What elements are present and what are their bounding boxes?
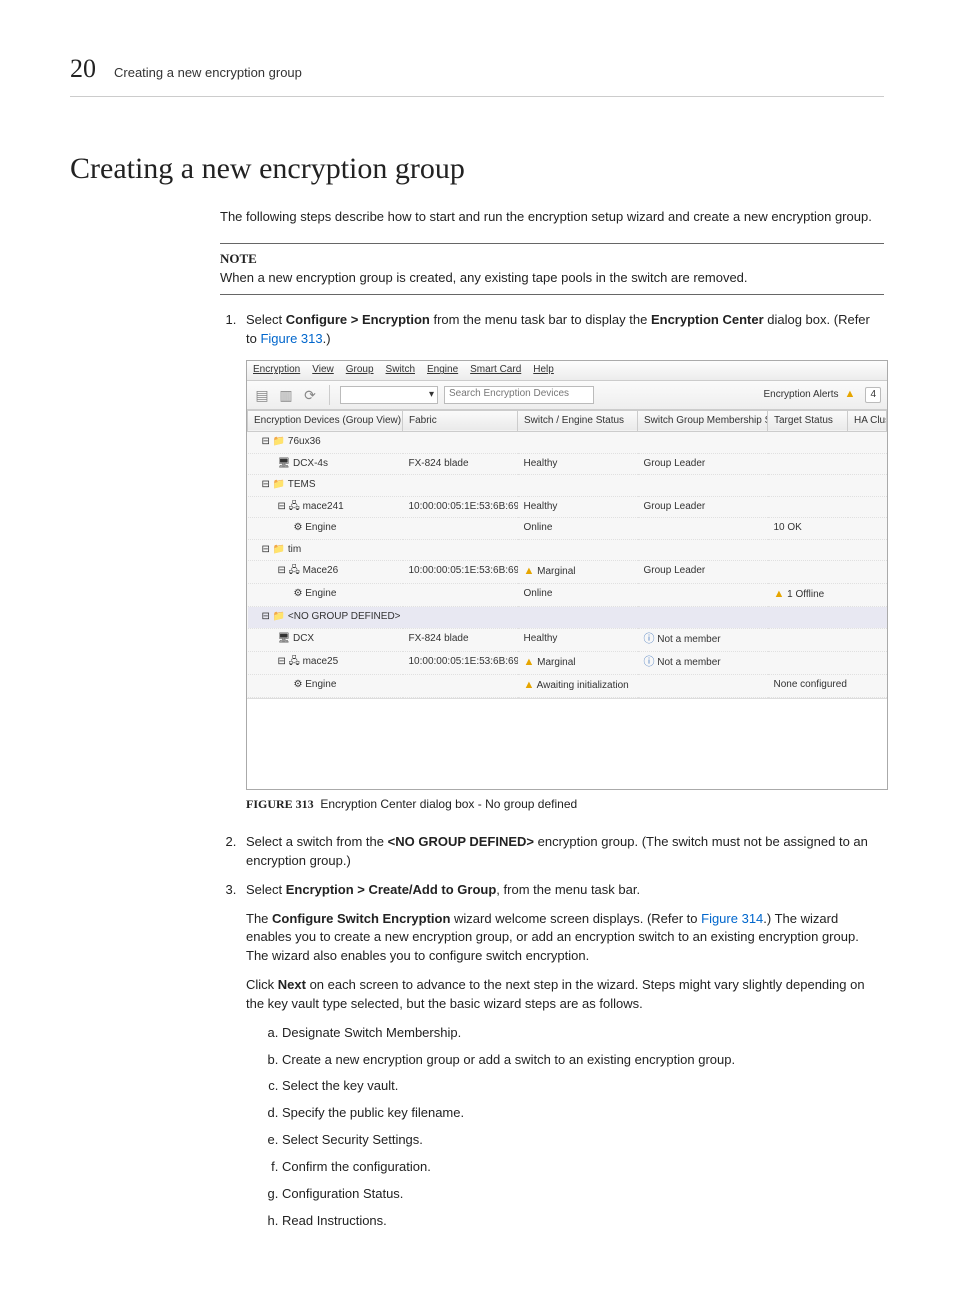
substep-c: Select the key vault. xyxy=(282,1077,884,1096)
main-heading: Creating a new encryption group xyxy=(70,147,884,191)
note-text: When a new encryption group is created, … xyxy=(220,269,884,288)
toolbar-icon-2[interactable]: ▥ xyxy=(277,386,295,404)
col-fabric[interactable]: Fabric xyxy=(403,410,518,432)
substep-g: Configuration Status. xyxy=(282,1185,884,1204)
search-input[interactable]: Search Encryption Devices xyxy=(444,386,594,404)
table-row[interactable]: ⊟ 🖧 mace2510:00:00:05:1E:53:6B:69▲ Margi… xyxy=(248,651,887,674)
table-row[interactable]: ⚙ EngineOnline▲ 1 Offline xyxy=(248,584,887,607)
substep-h: Read Instructions. xyxy=(282,1212,884,1231)
col-membership[interactable]: Switch Group Membership Stat… xyxy=(638,410,768,432)
table-row[interactable]: ⊟ 📁 76ux36 xyxy=(248,432,887,454)
table-row[interactable]: ⚙ EngineOnline10 OK xyxy=(248,518,887,540)
menu-view[interactable]: View xyxy=(312,363,334,378)
step-3: Select Encryption > Create/Add to Group,… xyxy=(240,881,884,1231)
table-row[interactable]: ⊟ 📁 <NO GROUP DEFINED> xyxy=(248,607,887,629)
figure-313-link[interactable]: Figure 313 xyxy=(260,331,322,346)
note-box: NOTE When a new encryption group is crea… xyxy=(220,243,884,295)
step-2: Select a switch from the <NO GROUP DEFIN… xyxy=(240,833,884,871)
substep-d: Specify the public key filename. xyxy=(282,1104,884,1123)
table-row[interactable]: ⊟ 📁 tim xyxy=(248,539,887,561)
encryption-center-dialog: Encryption View Group Switch Engine Smar… xyxy=(246,360,888,789)
substep-f: Confirm the configuration. xyxy=(282,1158,884,1177)
devices-table: Encryption Devices (Group View) Fabric S… xyxy=(247,410,887,698)
warning-icon: ▲ xyxy=(845,387,856,403)
chapter-number: 20 xyxy=(70,50,96,88)
refresh-icon[interactable]: ⟳ xyxy=(301,386,319,404)
substep-a: Designate Switch Membership. xyxy=(282,1024,884,1043)
figure-314-link[interactable]: Figure 314 xyxy=(701,911,763,926)
chapter-title: Creating a new encryption group xyxy=(114,64,302,83)
step-1: Select Configure > Encryption from the m… xyxy=(240,311,884,813)
col-target[interactable]: Target Status xyxy=(768,410,848,432)
figure-313-caption: FIGURE 313 Encryption Center dialog box … xyxy=(246,796,884,813)
toolbar-separator xyxy=(329,385,330,405)
table-row[interactable]: ⚙ Engine▲ Awaiting initializationNone co… xyxy=(248,674,887,697)
toolbar-icon-1[interactable]: ▤ xyxy=(253,386,271,404)
alerts-count[interactable]: 4 xyxy=(865,387,881,404)
menu-smartcard[interactable]: Smart Card xyxy=(470,363,521,378)
chevron-down-icon: ▾ xyxy=(429,388,434,403)
filter-combo[interactable]: ▾ xyxy=(340,386,438,404)
menu-engine[interactable]: Engine xyxy=(427,363,458,378)
col-status[interactable]: Switch / Engine Status xyxy=(518,410,638,432)
menu-encryption[interactable]: Encryption xyxy=(253,363,300,378)
menu-switch[interactable]: Switch xyxy=(386,363,415,378)
substep-b: Create a new encryption group or add a s… xyxy=(282,1051,884,1070)
toolbar: ▤ ▥ ⟳ ▾ Search Encryption Devices Encryp… xyxy=(247,381,887,410)
intro-paragraph: The following steps describe how to star… xyxy=(220,208,884,227)
substep-e: Select Security Settings. xyxy=(282,1131,884,1150)
substeps-list: Designate Switch Membership. Create a ne… xyxy=(246,1024,884,1231)
table-row[interactable]: 🖥 DCXFX-824 bladeHealthyⓘ Not a member xyxy=(248,628,887,651)
table-row[interactable]: 🖥 DCX-4sFX-824 bladeHealthyGroup Leader xyxy=(248,453,887,475)
menu-help[interactable]: Help xyxy=(533,363,554,378)
col-hacluster[interactable]: HA Cluster xyxy=(848,410,887,432)
col-devices[interactable]: Encryption Devices (Group View) xyxy=(248,410,403,432)
menu-group[interactable]: Group xyxy=(346,363,374,378)
table-row[interactable]: ⊟ 🖧 Mace2610:00:00:05:1E:53:6B:69▲ Margi… xyxy=(248,561,887,584)
table-row[interactable]: ⊟ 🖧 mace24110:00:00:05:1E:53:6B:69Health… xyxy=(248,496,887,518)
encryption-alerts-label: Encryption Alerts xyxy=(764,388,839,403)
note-label: NOTE xyxy=(220,250,884,269)
menu-bar: Encryption View Group Switch Engine Smar… xyxy=(247,361,887,381)
table-blank-area xyxy=(247,698,887,789)
table-row[interactable]: ⊟ 📁 TEMS xyxy=(248,475,887,497)
page-header: 20 Creating a new encryption group xyxy=(70,50,884,97)
